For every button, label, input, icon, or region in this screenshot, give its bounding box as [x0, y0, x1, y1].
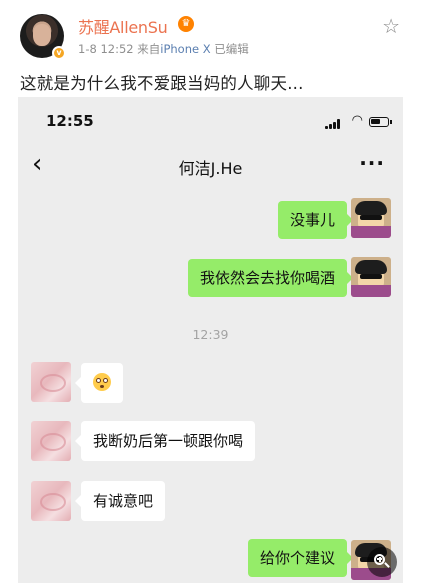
- status-bar: 12:55 ◠: [18, 97, 403, 141]
- post-text: 这就是为什么我不爱跟当妈的人聊天...: [20, 74, 304, 93]
- message-bubble-self[interactable]: 给你个建议: [247, 539, 354, 577]
- author-avatar[interactable]: v: [20, 14, 66, 60]
- contact-avatar[interactable]: [31, 362, 71, 402]
- verified-badge-icon: v: [52, 46, 66, 60]
- status-time: 12:55: [46, 112, 94, 130]
- vip-crown-icon: ♛: [178, 16, 194, 32]
- self-avatar[interactable]: [351, 257, 391, 297]
- post-source-prefix: 来自: [137, 42, 161, 56]
- chat-screenshot-image[interactable]: 12:55 ◠ ‹ 何洁J.He ··· 没事儿 我依然会去找你喝酒 12:39…: [18, 97, 403, 583]
- author-username[interactable]: 苏醒AllenSu: [78, 14, 168, 38]
- wifi-icon: ◠: [351, 113, 363, 128]
- message-bubble-self[interactable]: 没事儿: [277, 201, 354, 239]
- author-avatar-face: [33, 24, 51, 46]
- battery-icon: [369, 117, 392, 127]
- contact-avatar[interactable]: [31, 421, 71, 461]
- post-meta: 1-8 12:52 来自iPhone X 已编辑: [78, 41, 249, 57]
- message-bubble-other[interactable]: 有诚意吧: [74, 481, 166, 521]
- message-bubble-other[interactable]: 我断奶后第一顿跟你喝: [74, 421, 256, 461]
- self-avatar[interactable]: [351, 198, 391, 238]
- contact-avatar[interactable]: [31, 481, 71, 521]
- message-bubble-self[interactable]: 我依然会去找你喝酒: [187, 259, 354, 297]
- post-date-time: 1-8 12:52: [78, 42, 134, 56]
- flushed-face-emoji-icon: [93, 373, 111, 391]
- chat-title: 何洁J.He: [178, 159, 243, 178]
- post-edited-label[interactable]: 已编辑: [214, 42, 249, 56]
- star-outline-icon[interactable]: ☆: [382, 16, 400, 36]
- chat-timestamp: 12:39: [192, 327, 229, 342]
- message-bubble-other[interactable]: [75, 363, 123, 403]
- signal-icon: [325, 119, 343, 129]
- chat-navbar: ‹ 何洁J.He ···: [18, 141, 403, 191]
- more-dots-icon[interactable]: ···: [359, 151, 385, 175]
- post-device-link[interactable]: iPhone X: [160, 42, 210, 56]
- zoom-in-icon[interactable]: [367, 547, 397, 577]
